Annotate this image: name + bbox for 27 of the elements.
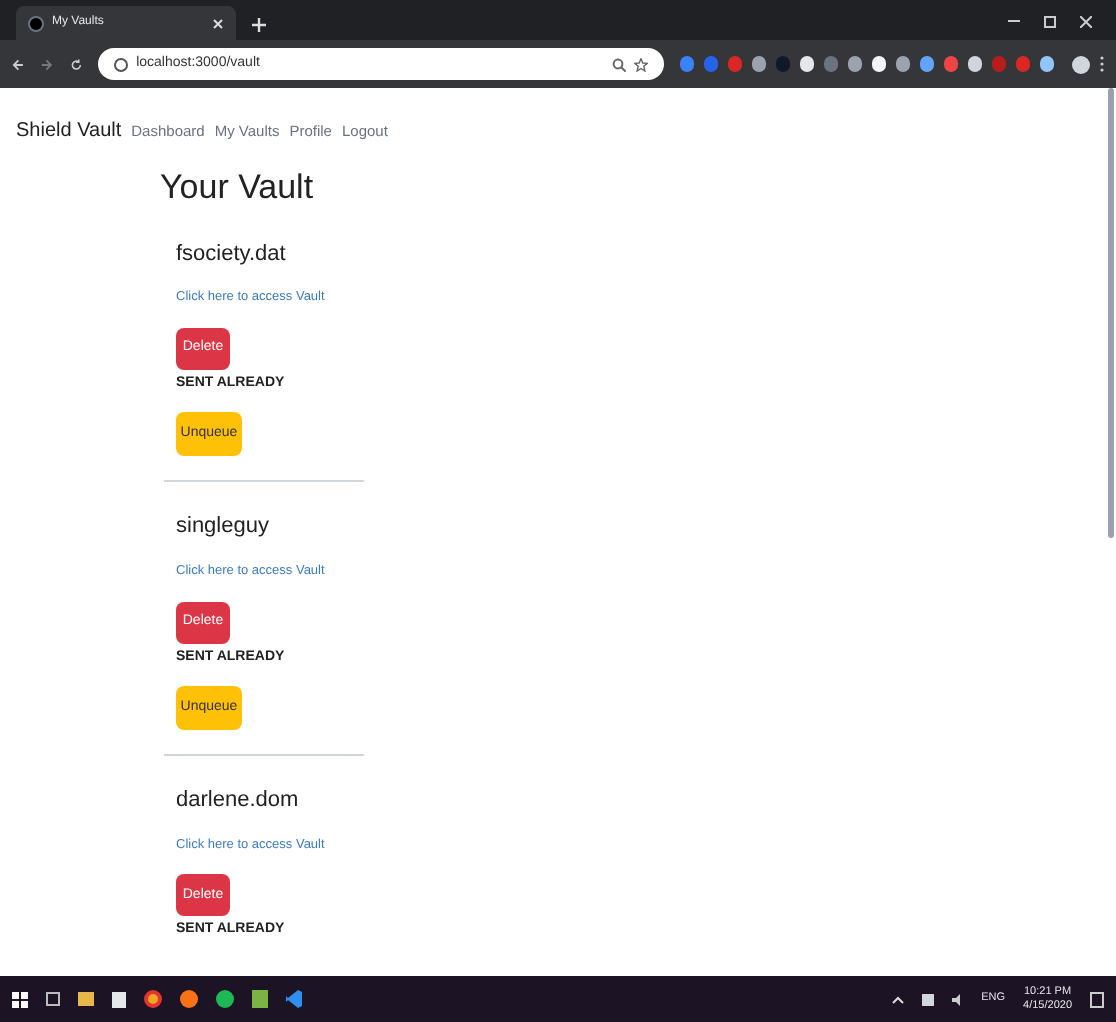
close-icon[interactable] xyxy=(1080,16,1092,28)
vault-name: fsociety.dat xyxy=(176,239,288,269)
minimize-icon[interactable] xyxy=(1008,20,1020,24)
forward-icon[interactable] xyxy=(40,57,54,71)
maximize-icon[interactable] xyxy=(1044,16,1056,28)
brand-link[interactable]: Shield Vault xyxy=(16,116,122,146)
avatar-icon[interactable] xyxy=(1072,55,1091,73)
scrollbar[interactable] xyxy=(1108,88,1114,538)
info-icon[interactable] xyxy=(114,57,129,71)
notification-icon[interactable] xyxy=(1090,991,1104,1007)
menu-icon[interactable] xyxy=(1100,56,1105,72)
zoom-icon[interactable] xyxy=(612,57,627,71)
speaker-icon[interactable] xyxy=(951,993,964,1005)
windows-start-icon[interactable] xyxy=(12,991,28,1007)
new-tab-icon[interactable] xyxy=(252,18,266,32)
page-heading: Your Vault xyxy=(160,166,316,210)
vault-name: darlene.dom xyxy=(176,786,301,816)
reload-icon[interactable] xyxy=(69,57,83,71)
favicon-icon xyxy=(28,15,44,31)
star-icon[interactable] xyxy=(634,57,649,71)
task-view-icon[interactable] xyxy=(46,992,60,1006)
close-icon[interactable] xyxy=(212,17,224,29)
chevron-up-icon[interactable] xyxy=(891,995,904,1003)
vault-name: singleguy xyxy=(176,512,271,543)
code-editor-icon[interactable] xyxy=(286,990,302,1008)
network-icon[interactable] xyxy=(921,993,934,1005)
back-icon[interactable] xyxy=(12,57,25,71)
